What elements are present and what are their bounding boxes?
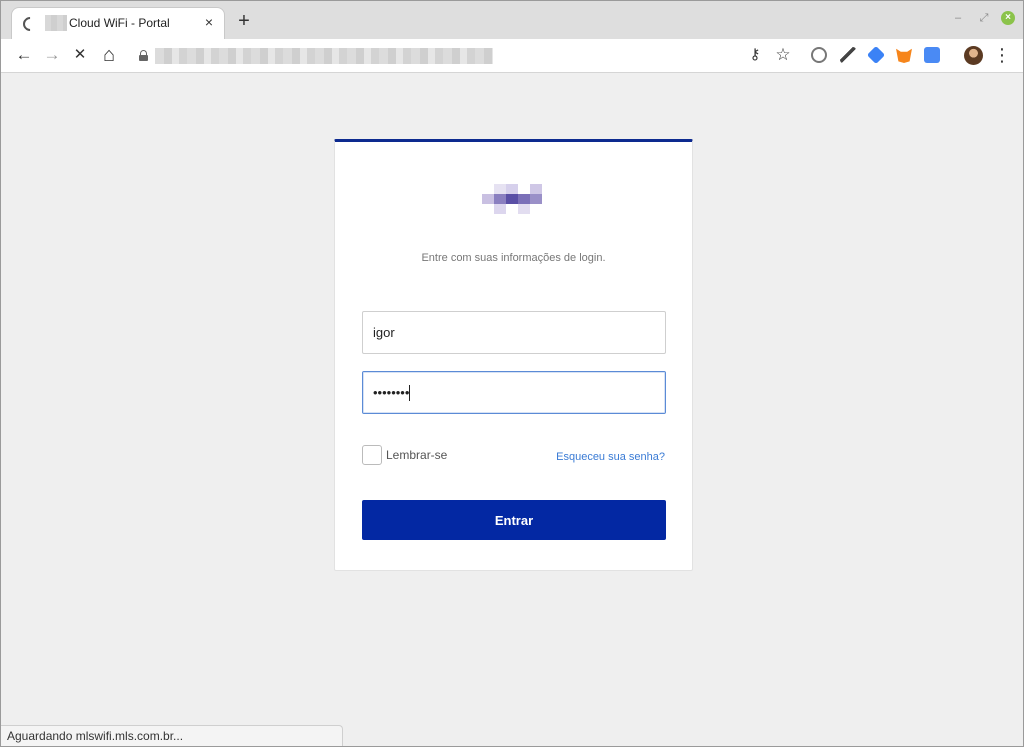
- remember-me-checkbox[interactable]: [362, 445, 382, 465]
- forward-arrow-icon[interactable]: →: [42, 45, 62, 65]
- url-text-redacted[interactable]: [155, 48, 493, 64]
- favicon-icon: [45, 15, 67, 31]
- login-card: Entre com suas informações de login. Lem…: [334, 139, 693, 571]
- status-bubble: Aguardando mlswifi.mls.com.br...: [1, 725, 343, 746]
- lock-icon[interactable]: [139, 50, 148, 61]
- metamask-fox-icon[interactable]: [896, 48, 912, 63]
- browser-menu-icon[interactable]: ⋮: [992, 45, 1012, 65]
- tab-strip: Cloud WiFi - Portal × + – ⤢ ×: [1, 1, 1023, 40]
- browser-window: Cloud WiFi - Portal × + – ⤢ × ← → ✕ ⌂ ⚷ …: [0, 0, 1024, 747]
- extension-globe-icon[interactable]: [811, 47, 827, 63]
- brand-logo-redacted: [476, 176, 553, 226]
- home-icon[interactable]: ⌂: [99, 45, 119, 65]
- page-content: Entre com suas informações de login. Lem…: [1, 74, 1023, 724]
- browser-toolbar: ← → ✕ ⌂ ⚷ ☆ ⋮: [1, 39, 1023, 73]
- minimize-window-button[interactable]: –: [951, 11, 965, 25]
- password-input[interactable]: [362, 371, 666, 414]
- username-input[interactable]: [362, 311, 666, 354]
- remember-me-label[interactable]: Lembrar-se: [386, 448, 447, 462]
- text-caret: [409, 385, 410, 401]
- stop-loading-icon[interactable]: ✕: [70, 45, 90, 65]
- close-window-button[interactable]: ×: [1001, 11, 1015, 25]
- bookmark-star-icon[interactable]: ☆: [773, 45, 793, 65]
- tab-close-icon[interactable]: ×: [202, 14, 216, 30]
- address-bar[interactable]: [131, 44, 735, 68]
- tab-title: Cloud WiFi - Portal: [69, 16, 170, 30]
- new-tab-button[interactable]: +: [234, 11, 254, 31]
- back-arrow-icon[interactable]: ←: [14, 45, 34, 65]
- maximize-window-button[interactable]: ⤢: [977, 11, 991, 25]
- forgot-password-link[interactable]: Esqueceu sua senha?: [556, 451, 665, 463]
- loading-spinner-icon: [20, 14, 40, 34]
- color-picker-icon[interactable]: [840, 47, 856, 63]
- login-subtitle: Entre com suas informações de login.: [421, 252, 606, 264]
- extension-blue-icon[interactable]: [866, 45, 886, 65]
- profile-avatar[interactable]: [964, 46, 983, 65]
- login-submit-button[interactable]: Entrar: [362, 500, 666, 540]
- tab-cloud-wifi-portal[interactable]: Cloud WiFi - Portal ×: [11, 7, 225, 40]
- key-icon[interactable]: ⚷: [745, 45, 765, 65]
- google-translate-icon[interactable]: [924, 47, 940, 63]
